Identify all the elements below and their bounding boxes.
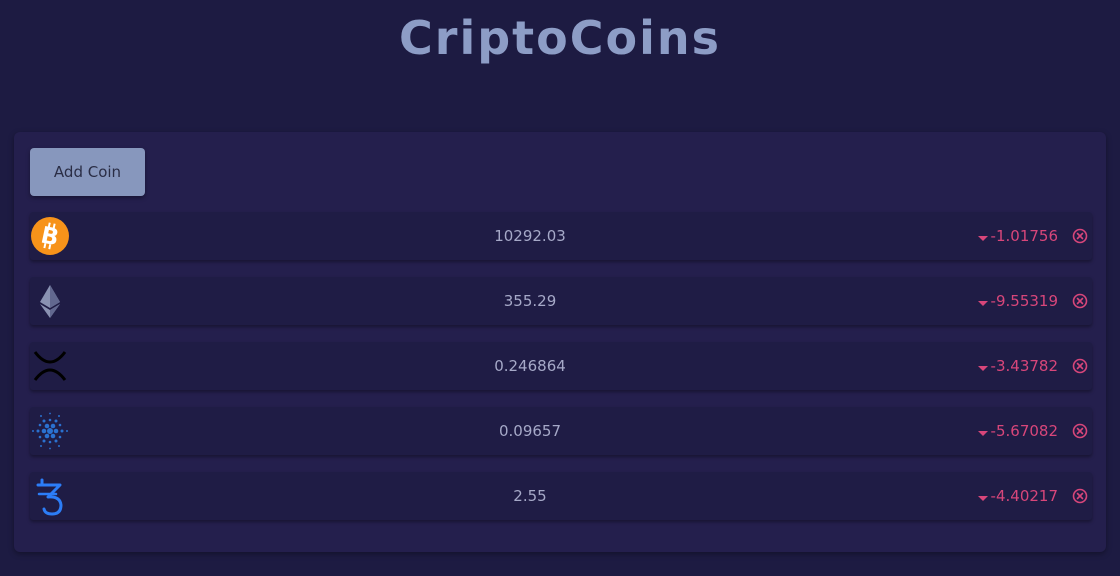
coin-row-bitcoin: B 10292.03 -1.01756 xyxy=(30,212,1092,260)
coin-row-xrp: 0.246864 -3.43782 xyxy=(30,342,1092,390)
coin-change-value: -1.01756 xyxy=(990,227,1058,245)
coin-price: 355.29 xyxy=(503,292,557,310)
coin-change-value: -3.43782 xyxy=(990,357,1058,375)
remove-coin-icon[interactable] xyxy=(1072,228,1088,244)
coin-row-ethereum: 355.29 -9.55319 xyxy=(30,277,1092,325)
coin-change-value: -4.40217 xyxy=(990,487,1058,505)
coin-change-value: -9.55319 xyxy=(990,292,1058,310)
remove-coin-icon[interactable] xyxy=(1072,358,1088,374)
caret-down-icon xyxy=(977,430,988,436)
coin-change: -4.40217 xyxy=(977,472,1058,520)
coin-change: -1.01756 xyxy=(977,212,1058,260)
add-coin-button[interactable]: Add Coin xyxy=(30,148,145,196)
caret-down-icon xyxy=(977,365,988,371)
remove-coin-icon[interactable] xyxy=(1072,423,1088,439)
coin-price: 0.246864 xyxy=(494,357,566,375)
coin-price: 2.55 xyxy=(513,487,547,505)
remove-coin-icon[interactable] xyxy=(1072,293,1088,309)
coin-row-cardano: 0.09657 -5.67082 xyxy=(30,407,1092,455)
remove-coin-icon[interactable] xyxy=(1072,488,1088,504)
coin-change: -9.55319 xyxy=(977,277,1058,325)
coin-price: 10292.03 xyxy=(494,227,566,245)
caret-down-icon xyxy=(977,235,988,241)
coin-change-value: -5.67082 xyxy=(990,422,1058,440)
coin-row-tezos: 2.55 -4.40217 xyxy=(30,472,1092,520)
coin-change: -3.43782 xyxy=(977,342,1058,390)
coin-change: -5.67082 xyxy=(977,407,1058,455)
coin-price: 0.09657 xyxy=(498,422,562,440)
caret-down-icon xyxy=(977,300,988,306)
coin-list: B 10292.03 -1.01756 355.29 -9.55319 0.24… xyxy=(30,212,1092,537)
caret-down-icon xyxy=(977,495,988,501)
coins-panel: Add Coin B 10292.03 -1.01756 355.29 -9.5… xyxy=(14,132,1106,552)
app-title: CriptoCoins xyxy=(399,11,721,65)
